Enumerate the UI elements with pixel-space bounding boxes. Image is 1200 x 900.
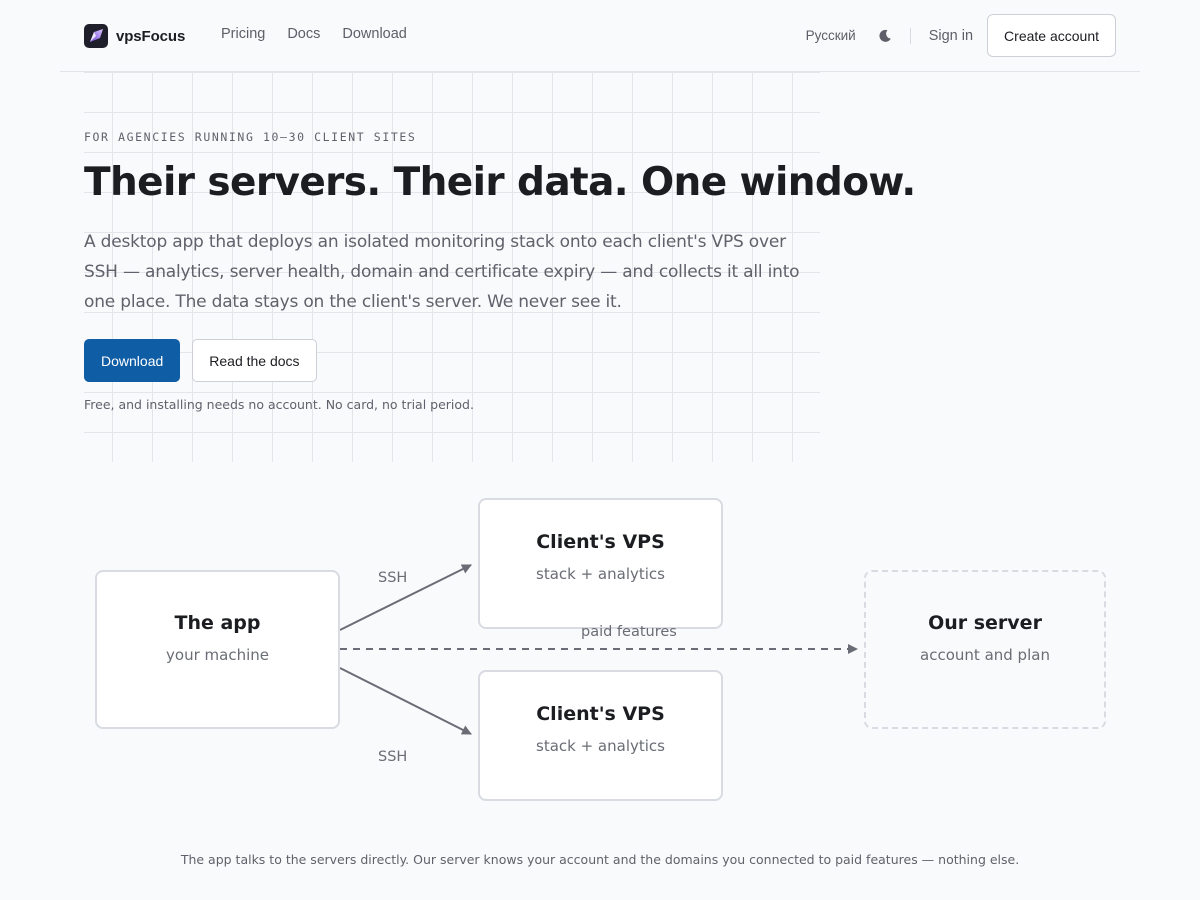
header-actions: Русский Sign in Create account: [806, 14, 1116, 57]
node-subtitle: account and plan: [920, 646, 1050, 664]
hero-eyebrow: FOR AGENCIES RUNNING 10–30 CLIENT SITES: [84, 130, 417, 144]
node-our-server: Our server account and plan: [864, 570, 1106, 729]
moon-icon[interactable]: [878, 28, 894, 44]
header-divider: [909, 27, 911, 44]
diagram-caption: The app talks to the servers directly. O…: [180, 852, 1020, 867]
edge-label-ssh-bottom: SSH: [378, 749, 408, 765]
node-subtitle: stack + analytics: [536, 565, 665, 583]
sign-in-link[interactable]: Sign in: [929, 28, 973, 44]
create-account-button[interactable]: Create account: [987, 14, 1116, 57]
node-client-vps-bottom: Client's VPS stack + analytics: [478, 670, 723, 801]
edge-label-ssh-top: SSH: [378, 570, 408, 586]
main-nav: Pricing Docs Download: [221, 26, 407, 42]
node-title: Our server: [928, 612, 1042, 634]
hero-cta-row: Download Read the docs: [84, 339, 317, 382]
download-button[interactable]: Download: [84, 339, 181, 382]
brand-logo[interactable]: vpsFocus: [84, 24, 185, 48]
hero-description: A desktop app that deploys an isolated m…: [84, 232, 800, 312]
node-the-app: The app your machine: [95, 570, 340, 729]
node-client-vps-top: Client's VPS stack + analytics: [478, 498, 723, 629]
read-docs-button[interactable]: Read the docs: [192, 339, 317, 382]
nav-docs[interactable]: Docs: [287, 26, 320, 42]
hero-headline: Their servers. Their data. One window.: [84, 160, 916, 205]
node-title: Client's VPS: [536, 531, 665, 553]
ssh-edge-bottom: [339, 667, 472, 735]
vpsfocus-logo-icon: [84, 24, 108, 48]
node-title: The app: [174, 612, 261, 634]
edge-label-paid-features: paid features: [581, 624, 677, 640]
site-header: vpsFocus Pricing Docs Download Русский S…: [60, 0, 1140, 72]
brand-name: vpsFocus: [116, 27, 186, 45]
node-subtitle: your machine: [166, 646, 269, 664]
node-subtitle: stack + analytics: [536, 737, 665, 755]
nav-download[interactable]: Download: [342, 26, 407, 42]
nav-pricing[interactable]: Pricing: [221, 26, 265, 42]
hero-note: Free, and installing needs no account. N…: [84, 397, 474, 412]
node-title: Client's VPS: [536, 703, 665, 725]
language-switch[interactable]: Русский: [806, 28, 856, 43]
